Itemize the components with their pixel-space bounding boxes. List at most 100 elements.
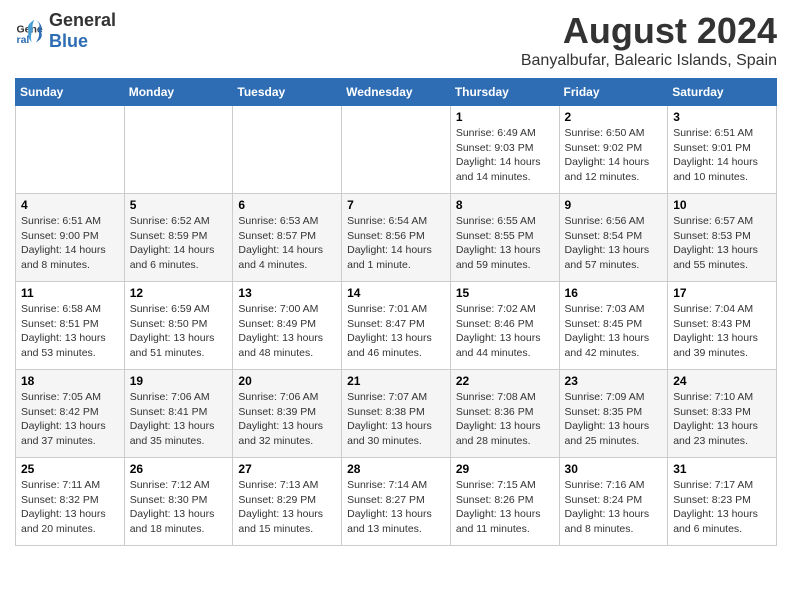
day-content: Sunrise: 7:13 AM Sunset: 8:29 PM Dayligh… xyxy=(238,478,336,537)
day-content: Sunrise: 6:51 AM Sunset: 9:00 PM Dayligh… xyxy=(21,214,119,273)
day-content: Sunrise: 7:07 AM Sunset: 8:38 PM Dayligh… xyxy=(347,390,445,449)
calendar-cell: 16 Sunrise: 7:03 AM Sunset: 8:45 PM Dayli… xyxy=(559,282,668,370)
location-title: Banyalbufar, Balearic Islands, Spain xyxy=(521,52,777,70)
day-number: 26 xyxy=(130,462,228,476)
calendar-week-row: 11 Sunrise: 6:58 AM Sunset: 8:51 PM Dayli… xyxy=(16,282,777,370)
calendar-week-row: 25 Sunrise: 7:11 AM Sunset: 8:32 PM Dayli… xyxy=(16,458,777,546)
calendar-cell: 26Sunrise: 7:12 AM Sunset: 8:30 PM Dayli… xyxy=(124,458,233,546)
calendar-week-row: 4 Sunrise: 6:51 AM Sunset: 9:00 PM Daylig… xyxy=(16,194,777,282)
calendar-cell: 1Sunrise: 6:49 AM Sunset: 9:03 PM Daylig… xyxy=(450,106,559,194)
day-content: Sunrise: 7:03 AM Sunset: 8:45 PM Dayligh… xyxy=(565,302,663,361)
day-content: Sunrise: 6:54 AM Sunset: 8:56 PM Dayligh… xyxy=(347,214,445,273)
calendar-week-row: 1Sunrise: 6:49 AM Sunset: 9:03 PM Daylig… xyxy=(16,106,777,194)
calendar-cell: 21 Sunrise: 7:07 AM Sunset: 8:38 PM Dayli… xyxy=(342,370,451,458)
calendar-cell xyxy=(342,106,451,194)
day-number: 6 xyxy=(238,198,336,212)
weekday-header: Tuesday xyxy=(233,79,342,106)
calendar-cell: 28Sunrise: 7:14 AM Sunset: 8:27 PM Dayli… xyxy=(342,458,451,546)
day-number: 24 xyxy=(673,374,771,388)
day-number: 11 xyxy=(21,286,119,300)
calendar-cell: 29 Sunrise: 7:15 AM Sunset: 8:26 PM Dayli… xyxy=(450,458,559,546)
month-title: August 2024 xyxy=(521,10,777,52)
calendar-cell: 31 Sunrise: 7:17 AM Sunset: 8:23 PM Dayli… xyxy=(668,458,777,546)
calendar-cell xyxy=(16,106,125,194)
calendar-cell: 30 Sunrise: 7:16 AM Sunset: 8:24 PM Dayli… xyxy=(559,458,668,546)
calendar-cell: 14 Sunrise: 7:01 AM Sunset: 8:47 PM Dayli… xyxy=(342,282,451,370)
weekday-header: Friday xyxy=(559,79,668,106)
day-number: 8 xyxy=(456,198,554,212)
day-number: 13 xyxy=(238,286,336,300)
weekday-header: Saturday xyxy=(668,79,777,106)
calendar-cell: 2 Sunrise: 6:50 AM Sunset: 9:02 PM Daylig… xyxy=(559,106,668,194)
calendar-week-row: 18Sunrise: 7:05 AM Sunset: 8:42 PM Dayli… xyxy=(16,370,777,458)
calendar-cell: 7Sunrise: 6:54 AM Sunset: 8:56 PM Daylig… xyxy=(342,194,451,282)
day-number: 4 xyxy=(21,198,119,212)
day-content: Sunrise: 7:17 AM Sunset: 8:23 PM Dayligh… xyxy=(673,478,771,537)
calendar-cell: 18Sunrise: 7:05 AM Sunset: 8:42 PM Dayli… xyxy=(16,370,125,458)
calendar-cell: 23 Sunrise: 7:09 AM Sunset: 8:35 PM Dayli… xyxy=(559,370,668,458)
calendar-cell: 6 Sunrise: 6:53 AM Sunset: 8:57 PM Daylig… xyxy=(233,194,342,282)
logo-blue: Blue xyxy=(49,31,88,51)
title-area: August 2024 Banyalbufar, Balearic Island… xyxy=(521,10,777,70)
weekday-header: Monday xyxy=(124,79,233,106)
calendar-cell: 12Sunrise: 6:59 AM Sunset: 8:50 PM Dayli… xyxy=(124,282,233,370)
calendar-cell: 9Sunrise: 6:56 AM Sunset: 8:54 PM Daylig… xyxy=(559,194,668,282)
calendar-cell: 3Sunrise: 6:51 AM Sunset: 9:01 PM Daylig… xyxy=(668,106,777,194)
day-number: 14 xyxy=(347,286,445,300)
day-number: 16 xyxy=(565,286,663,300)
day-number: 12 xyxy=(130,286,228,300)
day-content: Sunrise: 7:02 AM Sunset: 8:46 PM Dayligh… xyxy=(456,302,554,361)
day-content: Sunrise: 6:58 AM Sunset: 8:51 PM Dayligh… xyxy=(21,302,119,361)
calendar-cell xyxy=(124,106,233,194)
calendar-cell: 24 Sunrise: 7:10 AM Sunset: 8:33 PM Dayli… xyxy=(668,370,777,458)
day-number: 21 xyxy=(347,374,445,388)
calendar-cell: 27Sunrise: 7:13 AM Sunset: 8:29 PM Dayli… xyxy=(233,458,342,546)
day-number: 23 xyxy=(565,374,663,388)
calendar-cell: 10Sunrise: 6:57 AM Sunset: 8:53 PM Dayli… xyxy=(668,194,777,282)
page-header: Gene ral General Blue August 2024 Banyal… xyxy=(15,10,777,70)
day-content: Sunrise: 6:53 AM Sunset: 8:57 PM Dayligh… xyxy=(238,214,336,273)
day-number: 15 xyxy=(456,286,554,300)
day-content: Sunrise: 7:01 AM Sunset: 8:47 PM Dayligh… xyxy=(347,302,445,361)
svg-text:ral: ral xyxy=(17,34,30,46)
day-number: 3 xyxy=(673,110,771,124)
day-content: Sunrise: 7:09 AM Sunset: 8:35 PM Dayligh… xyxy=(565,390,663,449)
day-content: Sunrise: 7:00 AM Sunset: 8:49 PM Dayligh… xyxy=(238,302,336,361)
weekday-row: SundayMondayTuesdayWednesdayThursdayFrid… xyxy=(16,79,777,106)
day-number: 2 xyxy=(565,110,663,124)
logo-text: General Blue xyxy=(49,10,116,52)
day-number: 22 xyxy=(456,374,554,388)
day-number: 5 xyxy=(130,198,228,212)
day-content: Sunrise: 7:11 AM Sunset: 8:32 PM Dayligh… xyxy=(21,478,119,537)
day-content: Sunrise: 7:06 AM Sunset: 8:41 PM Dayligh… xyxy=(130,390,228,449)
day-content: Sunrise: 6:57 AM Sunset: 8:53 PM Dayligh… xyxy=(673,214,771,273)
calendar-cell: 20Sunrise: 7:06 AM Sunset: 8:39 PM Dayli… xyxy=(233,370,342,458)
day-content: Sunrise: 6:55 AM Sunset: 8:55 PM Dayligh… xyxy=(456,214,554,273)
day-content: Sunrise: 6:50 AM Sunset: 9:02 PM Dayligh… xyxy=(565,126,663,185)
weekday-header: Thursday xyxy=(450,79,559,106)
day-number: 25 xyxy=(21,462,119,476)
calendar-cell: 13 Sunrise: 7:00 AM Sunset: 8:49 PM Dayli… xyxy=(233,282,342,370)
day-number: 31 xyxy=(673,462,771,476)
calendar-cell: 22 Sunrise: 7:08 AM Sunset: 8:36 PM Dayli… xyxy=(450,370,559,458)
calendar-cell: 19 Sunrise: 7:06 AM Sunset: 8:41 PM Dayli… xyxy=(124,370,233,458)
calendar-table: SundayMondayTuesdayWednesdayThursdayFrid… xyxy=(15,78,777,546)
calendar-cell: 4 Sunrise: 6:51 AM Sunset: 9:00 PM Daylig… xyxy=(16,194,125,282)
day-content: Sunrise: 7:10 AM Sunset: 8:33 PM Dayligh… xyxy=(673,390,771,449)
calendar-body: 1Sunrise: 6:49 AM Sunset: 9:03 PM Daylig… xyxy=(16,106,777,546)
weekday-header: Sunday xyxy=(16,79,125,106)
day-number: 29 xyxy=(456,462,554,476)
logo-general: General xyxy=(49,10,116,30)
day-number: 17 xyxy=(673,286,771,300)
calendar-cell: 15 Sunrise: 7:02 AM Sunset: 8:46 PM Dayli… xyxy=(450,282,559,370)
day-content: Sunrise: 7:15 AM Sunset: 8:26 PM Dayligh… xyxy=(456,478,554,537)
day-content: Sunrise: 7:08 AM Sunset: 8:36 PM Dayligh… xyxy=(456,390,554,449)
day-content: Sunrise: 6:49 AM Sunset: 9:03 PM Dayligh… xyxy=(456,126,554,185)
day-number: 28 xyxy=(347,462,445,476)
calendar-header: SundayMondayTuesdayWednesdayThursdayFrid… xyxy=(16,79,777,106)
day-number: 19 xyxy=(130,374,228,388)
day-number: 30 xyxy=(565,462,663,476)
day-content: Sunrise: 6:56 AM Sunset: 8:54 PM Dayligh… xyxy=(565,214,663,273)
calendar-cell xyxy=(233,106,342,194)
day-content: Sunrise: 7:16 AM Sunset: 8:24 PM Dayligh… xyxy=(565,478,663,537)
